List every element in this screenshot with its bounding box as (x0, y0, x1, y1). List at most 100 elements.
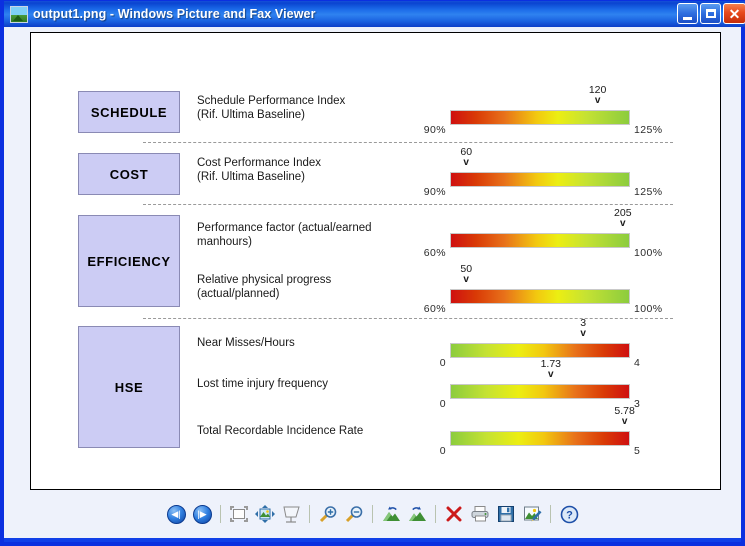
section-divider (143, 142, 673, 143)
copy-to-button[interactable] (493, 501, 519, 527)
gauge-min-label: 0 (440, 357, 446, 369)
gauge: 60%100%205v (450, 233, 630, 249)
gauge-marker-caret: v (598, 219, 648, 229)
gauge-marker-caret: v (558, 329, 608, 339)
toolbar-separator (367, 504, 378, 524)
gauge-min-label: 90% (424, 186, 446, 198)
svg-text:?: ? (566, 509, 573, 521)
gauge: 60%100%50v (450, 289, 630, 305)
gauge-marker-caret: v (441, 275, 491, 285)
gauge-marker-caret: v (526, 370, 576, 380)
gauge: 043v (450, 343, 630, 359)
gauge-min-label: 60% (424, 303, 446, 315)
category-label-efficiency: EFFICIENCY (78, 215, 180, 307)
previous-image-button[interactable]: ◀| (163, 501, 189, 527)
gauge-marker: 5.78v (600, 406, 650, 427)
window-title: output1.png - Windows Picture and Fax Vi… (33, 7, 316, 21)
gauge-min-label: 60% (424, 247, 446, 259)
category-label-hse: HSE (78, 326, 180, 448)
gauge-max-label: 5 (634, 445, 640, 457)
gauge-bar (450, 233, 630, 248)
gauge-bar (450, 384, 630, 399)
printer-icon (470, 505, 491, 523)
metric-label: Total Recordable Incidence Rate (197, 424, 432, 438)
toolbar-separator (545, 504, 556, 524)
gauge: 90%125%60v (450, 172, 630, 188)
next-image-button[interactable]: |▶ (189, 501, 215, 527)
best-fit-button[interactable] (226, 501, 252, 527)
title-bar[interactable]: output1.png - Windows Picture and Fax Vi… (4, 1, 745, 27)
section-divider (143, 204, 673, 205)
metric-label: Near Misses/Hours (197, 336, 432, 350)
floppy-save-icon (497, 505, 515, 523)
metric-label: Cost Performance Index (Rif. Ultima Base… (197, 156, 432, 184)
image-canvas[interactable]: SCHEDULESchedule Performance Index (Rif.… (30, 32, 721, 490)
metric-label: Performance factor (actual/earned manhou… (197, 221, 432, 249)
gauge: 031.73v (450, 384, 630, 400)
gauge-marker: 120v (573, 85, 623, 106)
window-controls: ✕ (677, 3, 745, 24)
maximize-button[interactable] (700, 3, 721, 24)
delete-button[interactable] (441, 501, 467, 527)
zoom-out-button[interactable] (341, 501, 367, 527)
actual-size-icon (255, 505, 275, 523)
gauge-marker: 3v (558, 318, 608, 339)
toolbar-separator (304, 504, 315, 524)
gauge-bar (450, 172, 630, 187)
gauge-bar (450, 289, 630, 304)
zoom-in-button[interactable] (315, 501, 341, 527)
zoom-in-icon (318, 505, 338, 524)
gauge: 055.78v (450, 431, 630, 447)
metric-label: Relative physical progress (actual/plann… (197, 273, 432, 301)
help-question-icon: ? (560, 505, 579, 524)
rotate-clockwise-button[interactable] (404, 501, 430, 527)
toolbar-separator (215, 504, 226, 524)
gauge-marker: 205v (598, 208, 648, 229)
metric-label: Lost time injury frequency (197, 377, 432, 391)
rotate-counterclockwise-icon (381, 505, 402, 524)
zoom-out-icon (344, 505, 364, 524)
minimize-icon (683, 17, 692, 20)
gauge-min-label: 0 (440, 445, 446, 457)
gauge-max-label: 125% (634, 186, 662, 198)
best-fit-icon (229, 505, 249, 523)
close-button[interactable]: ✕ (723, 3, 745, 24)
delete-x-icon (445, 505, 463, 523)
gauge-marker: 60v (441, 147, 491, 168)
image-file-icon (10, 6, 28, 23)
gauge-marker-caret: v (573, 96, 623, 106)
gauge-marker-caret: v (600, 417, 650, 427)
gauge-marker-caret: v (441, 158, 491, 168)
gauge-marker: 50v (441, 264, 491, 285)
minimize-button[interactable] (677, 3, 698, 24)
rotate-clockwise-icon (407, 505, 428, 524)
gauge-max-label: 100% (634, 303, 662, 315)
gauge-bar (450, 110, 630, 125)
close-icon: ✕ (729, 7, 741, 21)
picture-and-fax-viewer-window: output1.png - Windows Picture and Fax Vi… (0, 0, 745, 546)
gauge-max-label: 4 (634, 357, 640, 369)
actual-size-button[interactable] (252, 501, 278, 527)
gauge-bar (450, 431, 630, 446)
slideshow-icon (281, 505, 301, 524)
gauge-bar (450, 343, 630, 358)
gauge-max-label: 125% (634, 124, 662, 136)
rotate-counterclockwise-button[interactable] (378, 501, 404, 527)
help-button[interactable]: ? (556, 501, 582, 527)
gauge-marker: 1.73v (526, 359, 576, 380)
metric-label: Schedule Performance Index (Rif. Ultima … (197, 94, 432, 122)
edit-image-button[interactable] (519, 501, 545, 527)
viewer-toolbar: ◀| |▶ (4, 490, 741, 538)
gauge-min-label: 0 (440, 398, 446, 410)
gauge-max-label: 100% (634, 247, 662, 259)
next-image-icon: |▶ (193, 505, 212, 524)
maximize-icon (706, 9, 716, 18)
gauge-min-label: 90% (424, 124, 446, 136)
status-bar (4, 538, 741, 542)
edit-image-icon (523, 505, 542, 523)
gauge: 90%125%120v (450, 110, 630, 126)
print-button[interactable] (467, 501, 493, 527)
slideshow-button[interactable] (278, 501, 304, 527)
category-label-cost: COST (78, 153, 180, 195)
toolbar-separator (430, 504, 441, 524)
